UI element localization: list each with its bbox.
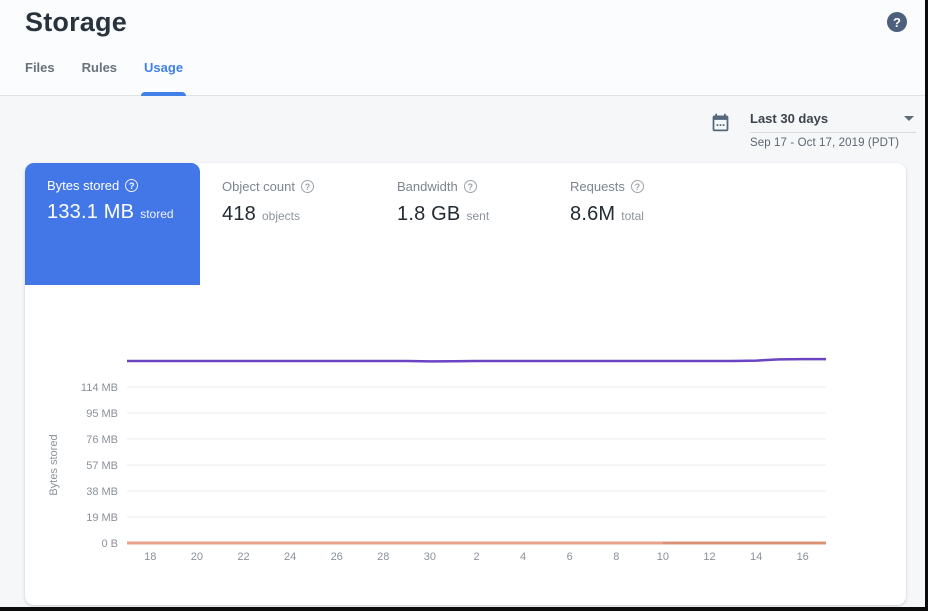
y-tick-label: 95 MB <box>86 408 118 420</box>
help-button[interactable]: ? <box>887 12 907 32</box>
date-range-preset: Last 30 days <box>750 111 828 126</box>
metric-value-row: 8.6M total <box>570 203 644 226</box>
date-range-detail: Sep 17 - Oct 17, 2019 (PDT) <box>750 137 916 149</box>
date-picker-text: Last 30 days Sep 17 - Oct 17, 2019 (PDT) <box>750 108 916 149</box>
metric-unit: sent <box>466 209 489 223</box>
tab-rules-label: Rules <box>82 60 117 75</box>
active-tab-underline <box>141 92 186 96</box>
tab-rules[interactable]: Rules <box>82 58 117 96</box>
chevron-down-icon <box>904 116 914 121</box>
tab-usage-label: Usage <box>144 60 183 75</box>
y-tick-label: 38 MB <box>86 486 118 498</box>
y-tick-label: 57 MB <box>86 460 118 472</box>
app-window: Storage ? Files Rules Usage Last 30 days <box>0 0 928 611</box>
x-tick-label: 6 <box>567 551 573 563</box>
help-circle-icon: ? <box>631 180 644 193</box>
tab-bar: Files Rules Usage <box>25 58 183 96</box>
x-tick-label: 28 <box>377 551 389 563</box>
x-tick-label: 26 <box>331 551 343 563</box>
x-tick-label: 22 <box>237 551 249 563</box>
metric-value-row: 1.8 GB sent <box>397 203 489 226</box>
x-tick-label: 16 <box>797 551 809 563</box>
tab-files-label: Files <box>25 60 55 75</box>
metric-unit: total <box>621 209 644 223</box>
x-tick-label: 12 <box>703 551 715 563</box>
y-tick-label: 114 MB <box>81 382 118 394</box>
y-tick-label: 0 B <box>101 538 118 550</box>
x-tick-label: 8 <box>613 551 619 563</box>
metric-label: Object count <box>222 179 295 194</box>
metric-value: 1.8 GB <box>397 203 460 226</box>
metric-value: 133.1 MB <box>47 201 134 224</box>
page-title: Storage <box>25 7 127 38</box>
series-line <box>127 359 826 361</box>
x-tick-label: 30 <box>424 551 436 563</box>
metric-card-bandwidth[interactable]: Bandwidth ? 1.8 GB sent <box>397 179 489 226</box>
metric-label: Bandwidth <box>397 179 458 194</box>
y-axis-title: Bytes stored <box>48 434 60 495</box>
x-tick-label: 14 <box>750 551 762 563</box>
metric-unit: stored <box>140 207 173 221</box>
metric-card-requests[interactable]: Requests ? 8.6M total <box>570 179 644 226</box>
metric-value-row: 133.1 MB stored <box>47 201 174 224</box>
date-picker-row: Last 30 days <box>750 108 916 133</box>
help-circle-icon: ? <box>464 180 477 193</box>
metric-value: 418 <box>222 203 256 226</box>
help-circle-icon: ? <box>301 180 314 193</box>
x-tick-label: 4 <box>520 551 526 563</box>
question-mark-icon: ? <box>893 15 901 30</box>
x-tick-label: 24 <box>284 551 296 563</box>
y-tick-label: 19 MB <box>86 512 118 524</box>
x-tick-label: 18 <box>144 551 156 563</box>
metric-label-row: Bandwidth ? <box>397 179 489 194</box>
usage-panel: Bytes stored ? 133.1 MB stored Object co… <box>25 163 906 605</box>
metric-unit: objects <box>262 209 300 223</box>
metric-label-row: Bytes stored ? <box>47 178 138 193</box>
metric-value-row: 418 objects <box>222 203 314 226</box>
tab-files[interactable]: Files <box>25 58 55 96</box>
tab-usage[interactable]: Usage <box>144 58 183 96</box>
calendar-icon <box>710 112 731 133</box>
y-tick-label: 76 MB <box>86 434 118 446</box>
metric-label-row: Object count ? <box>222 179 314 194</box>
metric-card-object-count[interactable]: Object count ? 418 objects <box>222 179 314 226</box>
page-header: Storage ? Files Rules Usage <box>0 0 928 96</box>
metric-value: 8.6M <box>570 203 615 226</box>
metric-card-bytes-stored[interactable]: Bytes stored ? 133.1 MB stored <box>25 163 200 285</box>
x-tick-label: 20 <box>191 551 203 563</box>
x-tick-label: 2 <box>473 551 479 563</box>
metric-label: Bytes stored <box>47 178 119 193</box>
x-tick-label: 10 <box>657 551 669 563</box>
metric-label: Requests <box>570 179 625 194</box>
metric-label-row: Requests ? <box>570 179 644 194</box>
help-circle-icon: ? <box>125 179 138 192</box>
